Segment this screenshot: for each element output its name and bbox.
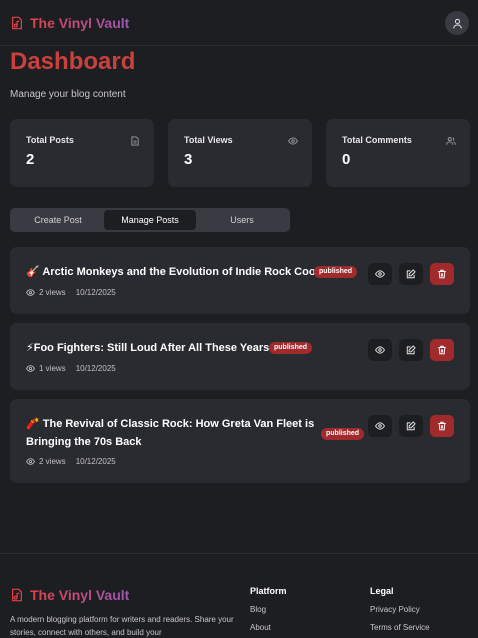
stat-value: 0 [342, 151, 351, 168]
top-navbar: The Vinyl Vault [0, 0, 478, 46]
music-file-icon [12, 16, 22, 29]
view-post-button[interactable] [368, 339, 392, 361]
view-post-button[interactable] [368, 263, 392, 285]
post-views: 2 views [39, 457, 66, 466]
post-views: 2 views [39, 288, 66, 297]
post-title[interactable]: 🧨 The Revival of Classic Rock: How Greta… [26, 415, 314, 451]
user-icon [452, 18, 462, 28]
page-subtitle: Manage your blog content [10, 89, 126, 100]
eye-icon [288, 137, 298, 145]
post-card: 🧨 The Revival of Classic Rock: How Greta… [10, 399, 470, 483]
post-views: 1 views [39, 364, 66, 373]
status-badge: published [269, 342, 313, 354]
delete-post-button[interactable] [430, 415, 454, 437]
post-actions [368, 339, 454, 361]
footer-link-privacy[interactable]: Privacy Policy [370, 605, 430, 614]
post-title[interactable]: 🎸 Arctic Monkeys and the Evolution of In… [26, 263, 319, 281]
eye-icon [26, 289, 35, 296]
page-title: Dashboard [10, 48, 136, 75]
stat-value: 3 [184, 151, 193, 168]
eye-icon [26, 365, 35, 372]
post-card: 🎸 Arctic Monkeys and the Evolution of In… [10, 247, 470, 314]
footer-description: A modern blogging platform for writers a… [10, 615, 234, 637]
status-badge: published [314, 266, 358, 278]
stat-card-total-views: Total Views 3 [168, 119, 312, 187]
trash-icon [438, 345, 446, 355]
footer-platform-column: Platform Blog About [250, 586, 287, 632]
tab-create-post[interactable]: Create Post [12, 210, 104, 230]
stat-label: Total Comments [342, 135, 412, 145]
post-date: 10/12/2025 [75, 364, 116, 373]
edit-icon [406, 345, 416, 355]
document-icon [131, 136, 139, 146]
music-file-icon [12, 588, 22, 602]
dashboard-tabs: Create Post Manage Posts Users [10, 208, 290, 232]
trash-icon [438, 269, 446, 279]
edit-icon [406, 269, 416, 279]
view-post-button[interactable] [368, 415, 392, 437]
post-actions [368, 415, 454, 437]
footer-heading: Platform [250, 586, 287, 596]
post-title-line: 🧨 The Revival of Classic Rock: How Greta… [26, 418, 315, 430]
status-badge: published [321, 428, 365, 440]
post-meta: 1 views 10/12/2025 [26, 364, 116, 373]
footer: The Vinyl Vault A modern blogging platfo… [0, 553, 478, 638]
post-actions [368, 263, 454, 285]
footer-link-terms[interactable]: Terms of Service [370, 623, 430, 632]
stat-value: 2 [26, 151, 35, 168]
edit-icon [406, 421, 416, 431]
post-title-line: Bringing the 70s Back [26, 436, 142, 448]
footer-link-blog[interactable]: Blog [250, 605, 287, 614]
post-card: ⚡Foo Fighters: Still Loud After All Thes… [10, 323, 470, 390]
post-date: 10/12/2025 [75, 457, 116, 466]
eye-icon [26, 458, 35, 465]
footer-heading: Legal [370, 586, 394, 596]
tab-manage-posts[interactable]: Manage Posts [104, 210, 196, 230]
post-date: 10/12/2025 [75, 288, 116, 297]
footer-legal-column: Legal Privacy Policy Terms of Service [370, 586, 430, 632]
stat-card-total-posts: Total Posts 2 [10, 119, 154, 187]
eye-icon [375, 270, 385, 278]
post-meta: 2 views 10/12/2025 [26, 288, 116, 297]
delete-post-button[interactable] [430, 263, 454, 285]
tab-users[interactable]: Users [196, 210, 288, 230]
delete-post-button[interactable] [430, 339, 454, 361]
post-meta: 2 views 10/12/2025 [26, 457, 116, 466]
user-menu-button[interactable] [445, 11, 469, 35]
post-title[interactable]: ⚡Foo Fighters: Still Loud After All Thes… [26, 339, 269, 357]
footer-brand-name: The Vinyl Vault [30, 587, 130, 603]
footer-brand-logo[interactable]: The Vinyl Vault [10, 587, 129, 603]
stat-label: Total Posts [26, 135, 74, 145]
brand-logo[interactable]: The Vinyl Vault [10, 15, 129, 31]
edit-post-button[interactable] [399, 339, 423, 361]
trash-icon [438, 421, 446, 431]
users-icon [446, 137, 456, 145]
stat-label: Total Views [184, 135, 233, 145]
footer-link-about[interactable]: About [250, 623, 287, 632]
eye-icon [375, 346, 385, 354]
brand-name: The Vinyl Vault [30, 14, 130, 31]
eye-icon [375, 422, 385, 430]
stat-card-total-comments: Total Comments 0 [326, 119, 470, 187]
edit-post-button[interactable] [399, 263, 423, 285]
edit-post-button[interactable] [399, 415, 423, 437]
